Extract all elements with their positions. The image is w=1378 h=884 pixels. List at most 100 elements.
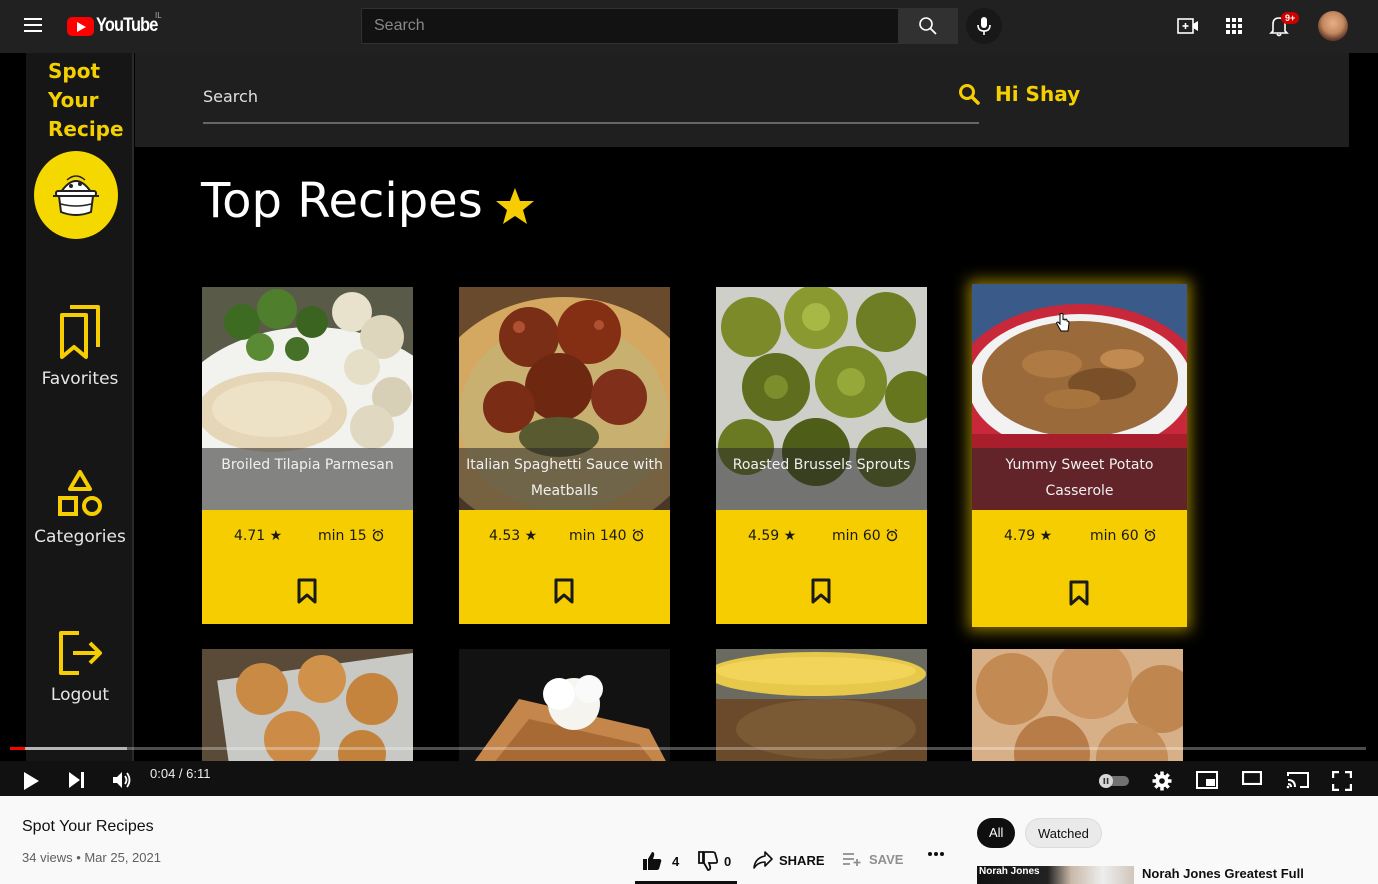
recipe-rating: 4.79 ★ [1004,528,1053,544]
like-count: 4 [672,853,680,869]
next-button[interactable] [68,771,86,789]
app-search-underline [203,122,979,124]
voice-search-button[interactable] [966,8,1002,44]
cast-button[interactable] [1286,771,1310,789]
recipe-name-line: Casserole [1045,483,1114,499]
youtube-logo[interactable]: YouTube [67,15,167,37]
create-video-icon[interactable] [1176,14,1200,38]
recipe-card-photo-partial[interactable] [202,649,413,761]
brand-line: Your [48,88,99,112]
chip-all[interactable]: All [977,818,1016,848]
settings-button[interactable] [1152,771,1172,791]
fullscreen-icon [1332,771,1352,791]
bookmark-icon[interactable] [810,578,832,609]
recipe-card[interactable]: Italian Spaghetti Sauce with Meatballs 4… [459,287,670,624]
nav-label: Favorites [41,369,119,389]
recipe-card[interactable]: Roasted Brussels Sprouts 4.59 ★ min 60 [716,287,927,624]
miniplayer-button[interactable] [1196,771,1218,789]
gear-icon [1152,771,1172,791]
more-horizontal-icon [928,852,944,856]
recommendation-title[interactable]: Norah Jones Greatest Full [1142,866,1304,881]
recipe-card-photo-partial[interactable] [459,649,670,761]
fullscreen-button[interactable] [1332,771,1352,791]
progress-bar[interactable] [10,747,1366,750]
progress-played [10,747,25,750]
recipe-rating: 4.71 ★ [234,528,283,544]
add-to-playlist-icon [843,853,861,866]
like-button[interactable]: 4 [642,851,679,871]
nav-favorites[interactable]: Favorites [26,305,134,389]
alarm-clock-icon [1144,529,1156,542]
search-button[interactable] [898,8,958,44]
recipe-time: min 60 [1090,528,1157,544]
save-label: SAVE [869,851,904,867]
search-placeholder: Search [374,17,425,34]
country-code: IL [155,11,162,20]
nav-label: Logout [50,685,110,705]
video-frame-recipe-app: Spot Your Recipe Favorites Categories Lo… [26,53,1349,761]
video-title: Spot Your Recipes [22,818,154,835]
recipe-time-text: min 140 [569,528,627,544]
bookmark-icon[interactable] [553,578,575,609]
bookmark-icon[interactable] [296,578,318,609]
autoplay-toggle-icon [1099,774,1129,788]
apps-grid-icon[interactable] [1222,14,1246,38]
miniplayer-icon [1196,771,1218,789]
play-button[interactable] [22,771,40,791]
app-brand: Spot Your Recipe [48,57,124,144]
youtube-play-logo-icon [67,16,94,36]
recipe-rating: 4.53 ★ [489,528,538,544]
share-icon [753,851,773,869]
volume-icon [113,772,131,788]
recipe-name: Italian Spaghetti Sauce with Meatballs [459,448,670,510]
recipe-info-panel: 4.59 ★ min 60 [716,510,927,624]
search-icon [919,17,937,35]
brand-line: Recipe [48,117,124,141]
star-icon [494,185,536,232]
alarm-clock-icon [372,529,384,542]
video-player[interactable]: Spot Your Recipe Favorites Categories Lo… [0,53,1378,796]
nav-logout[interactable]: Logout [26,629,134,705]
avatar[interactable] [1318,11,1348,41]
recipe-name-line: Italian Spaghetti Sauce with [466,457,663,473]
nav-label: Categories [34,527,126,547]
volume-button[interactable] [112,771,132,789]
recipe-card-photo-partial[interactable] [972,649,1183,761]
recipe-card-photo-partial[interactable] [716,649,927,761]
bookmark-icon[interactable] [1068,580,1090,611]
dislike-count: 0 [724,853,732,869]
user-greeting: Hi Shay [995,82,1081,106]
recipe-time-text: min 60 [832,528,881,544]
recipe-time-text: min 60 [1090,528,1139,544]
recipe-name-line: Meatballs [530,483,599,499]
recipe-time: min 15 [318,528,385,544]
autoplay-toggle[interactable] [1098,774,1130,788]
alarm-clock-icon [886,529,898,542]
menu-icon[interactable] [24,18,42,32]
app-search-icon[interactable] [957,82,981,111]
thumbs-down-icon [698,851,718,871]
recommendation-thumbnail[interactable]: Norah Jones [977,866,1134,884]
play-icon [24,772,39,790]
app-search-input[interactable]: Search [203,87,258,106]
dislike-button[interactable]: 0 [698,851,731,871]
recipe-time: min 60 [832,528,899,544]
recipe-time: min 140 [569,528,645,544]
theater-mode-icon [1242,771,1262,785]
thumbs-up-icon [643,852,662,870]
bookmark-stack-icon [60,305,100,359]
share-button[interactable]: SHARE [753,851,825,869]
more-actions-button[interactable] [927,851,945,857]
recipe-card-hovered[interactable]: Yummy Sweet Potato Casserole 4.79 ★ min … [972,284,1187,627]
save-button[interactable]: SAVE [842,851,903,867]
nav-categories[interactable]: Categories [26,469,134,547]
page-title: Top Recipes [201,173,483,229]
skip-next-icon [69,772,84,788]
chip-watched[interactable]: Watched [1025,818,1102,848]
theater-mode-button[interactable] [1242,771,1262,785]
recipe-card[interactable]: Broiled Tilapia Parmesan 4.71 ★ min 15 [202,287,413,624]
recipe-name: Roasted Brussels Sprouts [716,448,927,510]
recipe-name: Broiled Tilapia Parmesan [202,448,413,510]
recipe-info-panel: 4.79 ★ min 60 [972,510,1187,627]
search-input[interactable]: Search [361,8,899,44]
